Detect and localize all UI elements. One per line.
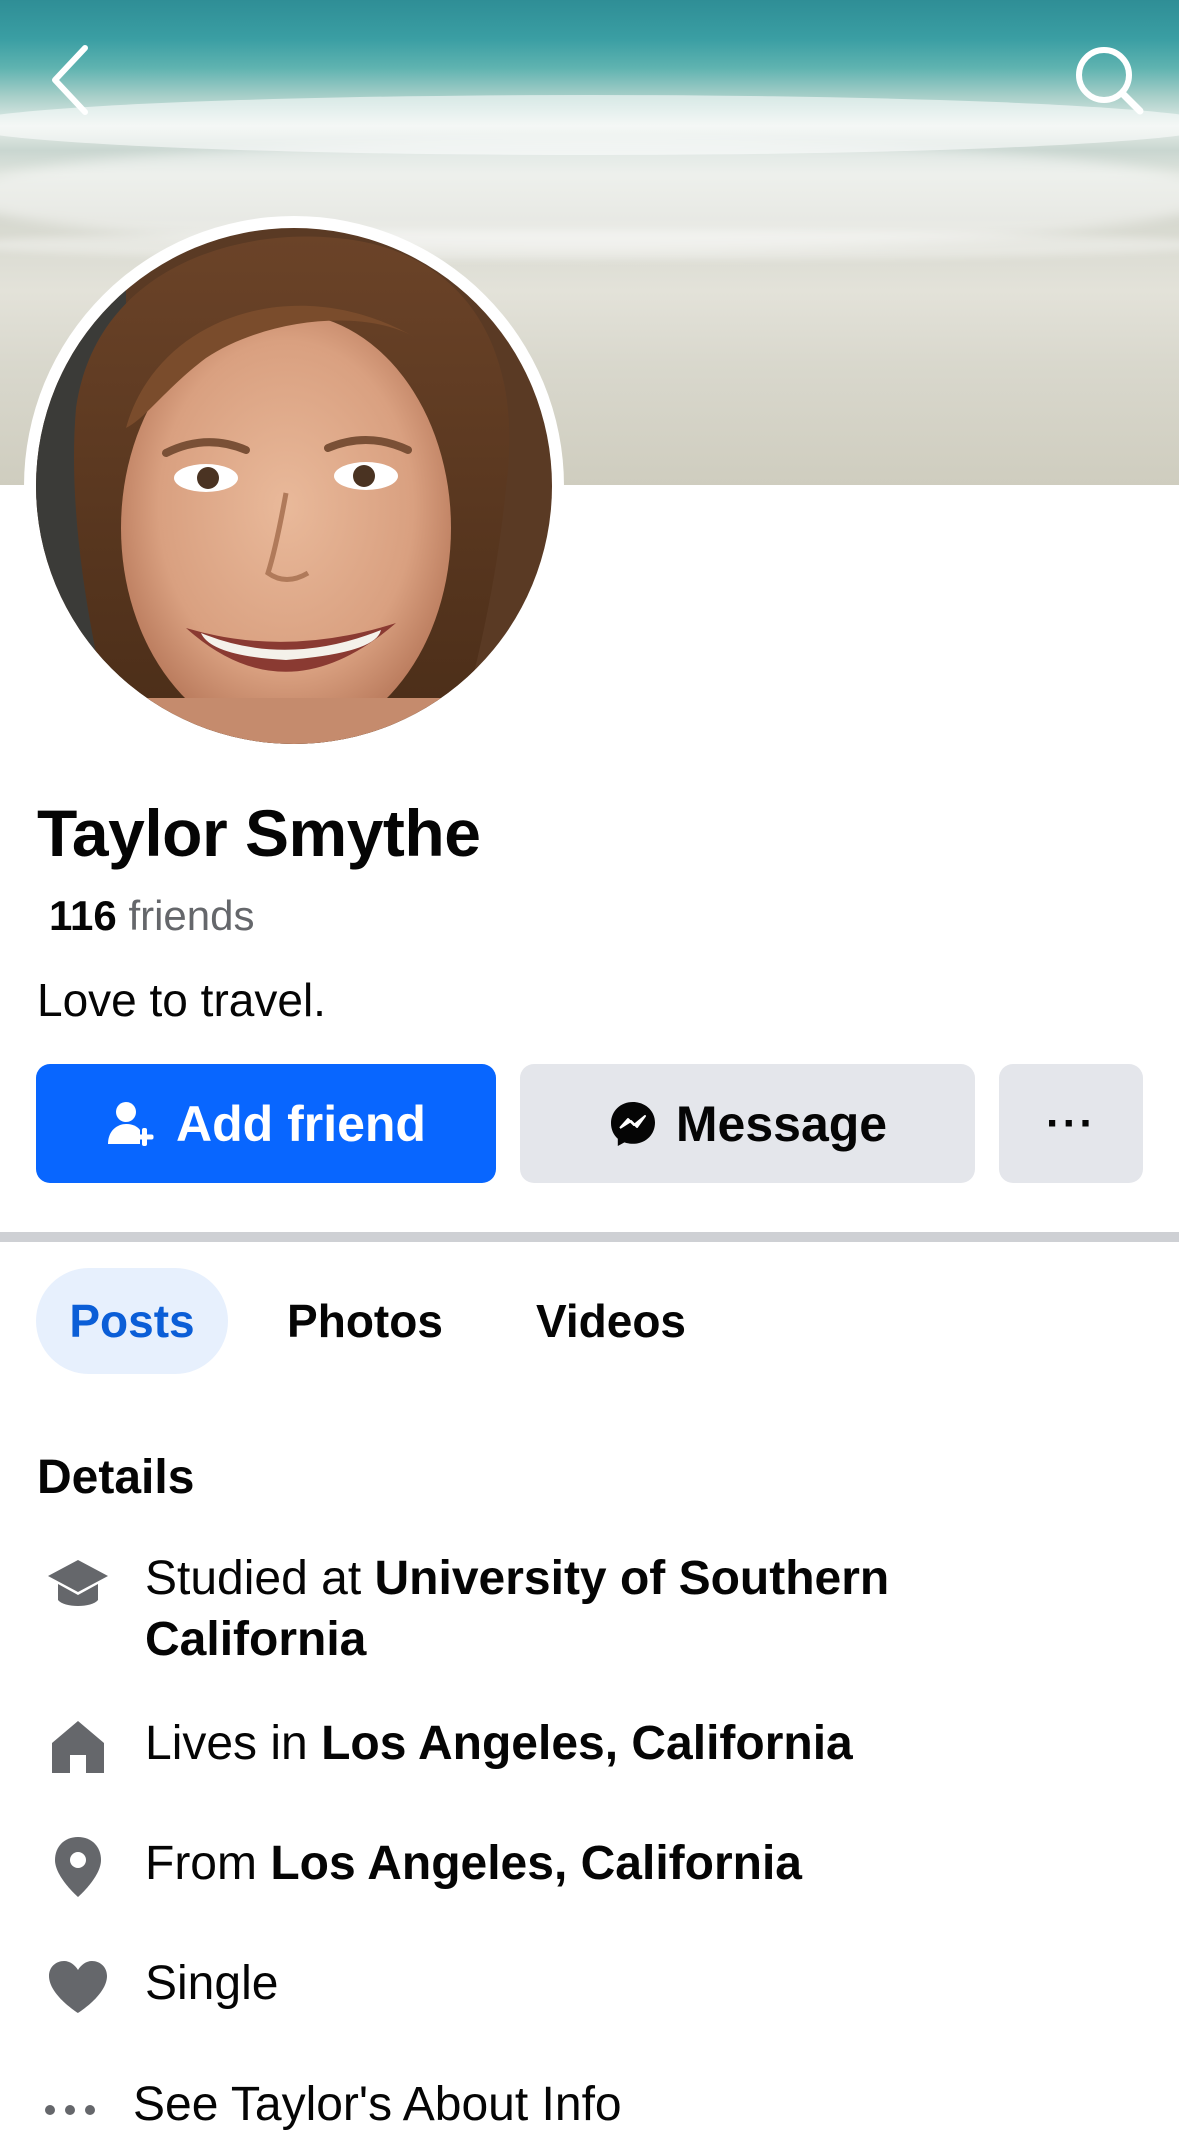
detail-prefix: Studied at bbox=[145, 1552, 362, 1605]
tab-photos[interactable]: Photos bbox=[260, 1268, 470, 1374]
tab-videos[interactable]: Videos bbox=[508, 1268, 714, 1374]
profile-name: Taylor Smythe bbox=[37, 796, 481, 870]
avatar-portrait bbox=[36, 228, 552, 744]
back-button[interactable] bbox=[30, 40, 110, 120]
profile-page: Taylor Smythe 116 friends Love to travel… bbox=[0, 0, 1179, 2145]
details-heading: Details bbox=[37, 1451, 195, 1504]
detail-value: Los Angeles, California bbox=[321, 1717, 853, 1770]
search-button[interactable] bbox=[1069, 40, 1149, 120]
section-divider bbox=[0, 1232, 1179, 1242]
detail-value: Single bbox=[145, 1957, 279, 2010]
location-pin-icon bbox=[44, 1833, 112, 1901]
tab-label: Posts bbox=[69, 1295, 195, 1347]
message-label: Message bbox=[675, 1095, 888, 1152]
more-dots-icon bbox=[40, 2085, 100, 2135]
graduation-cap-icon bbox=[44, 1552, 112, 1620]
detail-education-text: Studied at University of Southern Califo… bbox=[145, 1548, 1045, 1670]
home-icon bbox=[44, 1713, 112, 1781]
profile-bio: Love to travel. bbox=[37, 974, 326, 1026]
detail-lives-in-text: Lives in Los Angeles, California bbox=[145, 1713, 1045, 1774]
tab-label: Photos bbox=[287, 1295, 443, 1347]
more-options-button[interactable]: ··· bbox=[999, 1064, 1143, 1183]
profile-avatar[interactable] bbox=[36, 228, 552, 744]
see-about-info-link[interactable]: See Taylor's About Info bbox=[0, 2075, 1179, 2145]
detail-relationship-text: Single bbox=[145, 1953, 1045, 2014]
friends-count[interactable]: 116 friends bbox=[49, 892, 255, 940]
heart-icon bbox=[44, 1953, 112, 2021]
messenger-icon bbox=[610, 1101, 655, 1146]
detail-prefix: Lives in bbox=[145, 1717, 308, 1770]
add-user-icon bbox=[108, 1101, 154, 1146]
see-about-info-label: See Taylor's About Info bbox=[133, 2078, 622, 2131]
tab-label: Videos bbox=[536, 1295, 686, 1347]
detail-from-text: From Los Angeles, California bbox=[145, 1833, 1045, 1894]
search-icon bbox=[1076, 47, 1144, 115]
detail-prefix: From bbox=[145, 1837, 257, 1890]
friends-count-label: friends bbox=[128, 892, 255, 939]
more-options-label: ··· bbox=[1046, 1098, 1096, 1148]
add-friend-button[interactable]: Add friend bbox=[36, 1064, 496, 1183]
detail-value: Los Angeles, California bbox=[270, 1837, 802, 1890]
tab-posts[interactable]: Posts bbox=[36, 1268, 228, 1374]
friends-count-number: 116 bbox=[49, 892, 117, 939]
message-button[interactable]: Message bbox=[520, 1064, 975, 1183]
add-friend-label: Add friend bbox=[176, 1095, 426, 1152]
chevron-left-icon bbox=[52, 45, 88, 115]
